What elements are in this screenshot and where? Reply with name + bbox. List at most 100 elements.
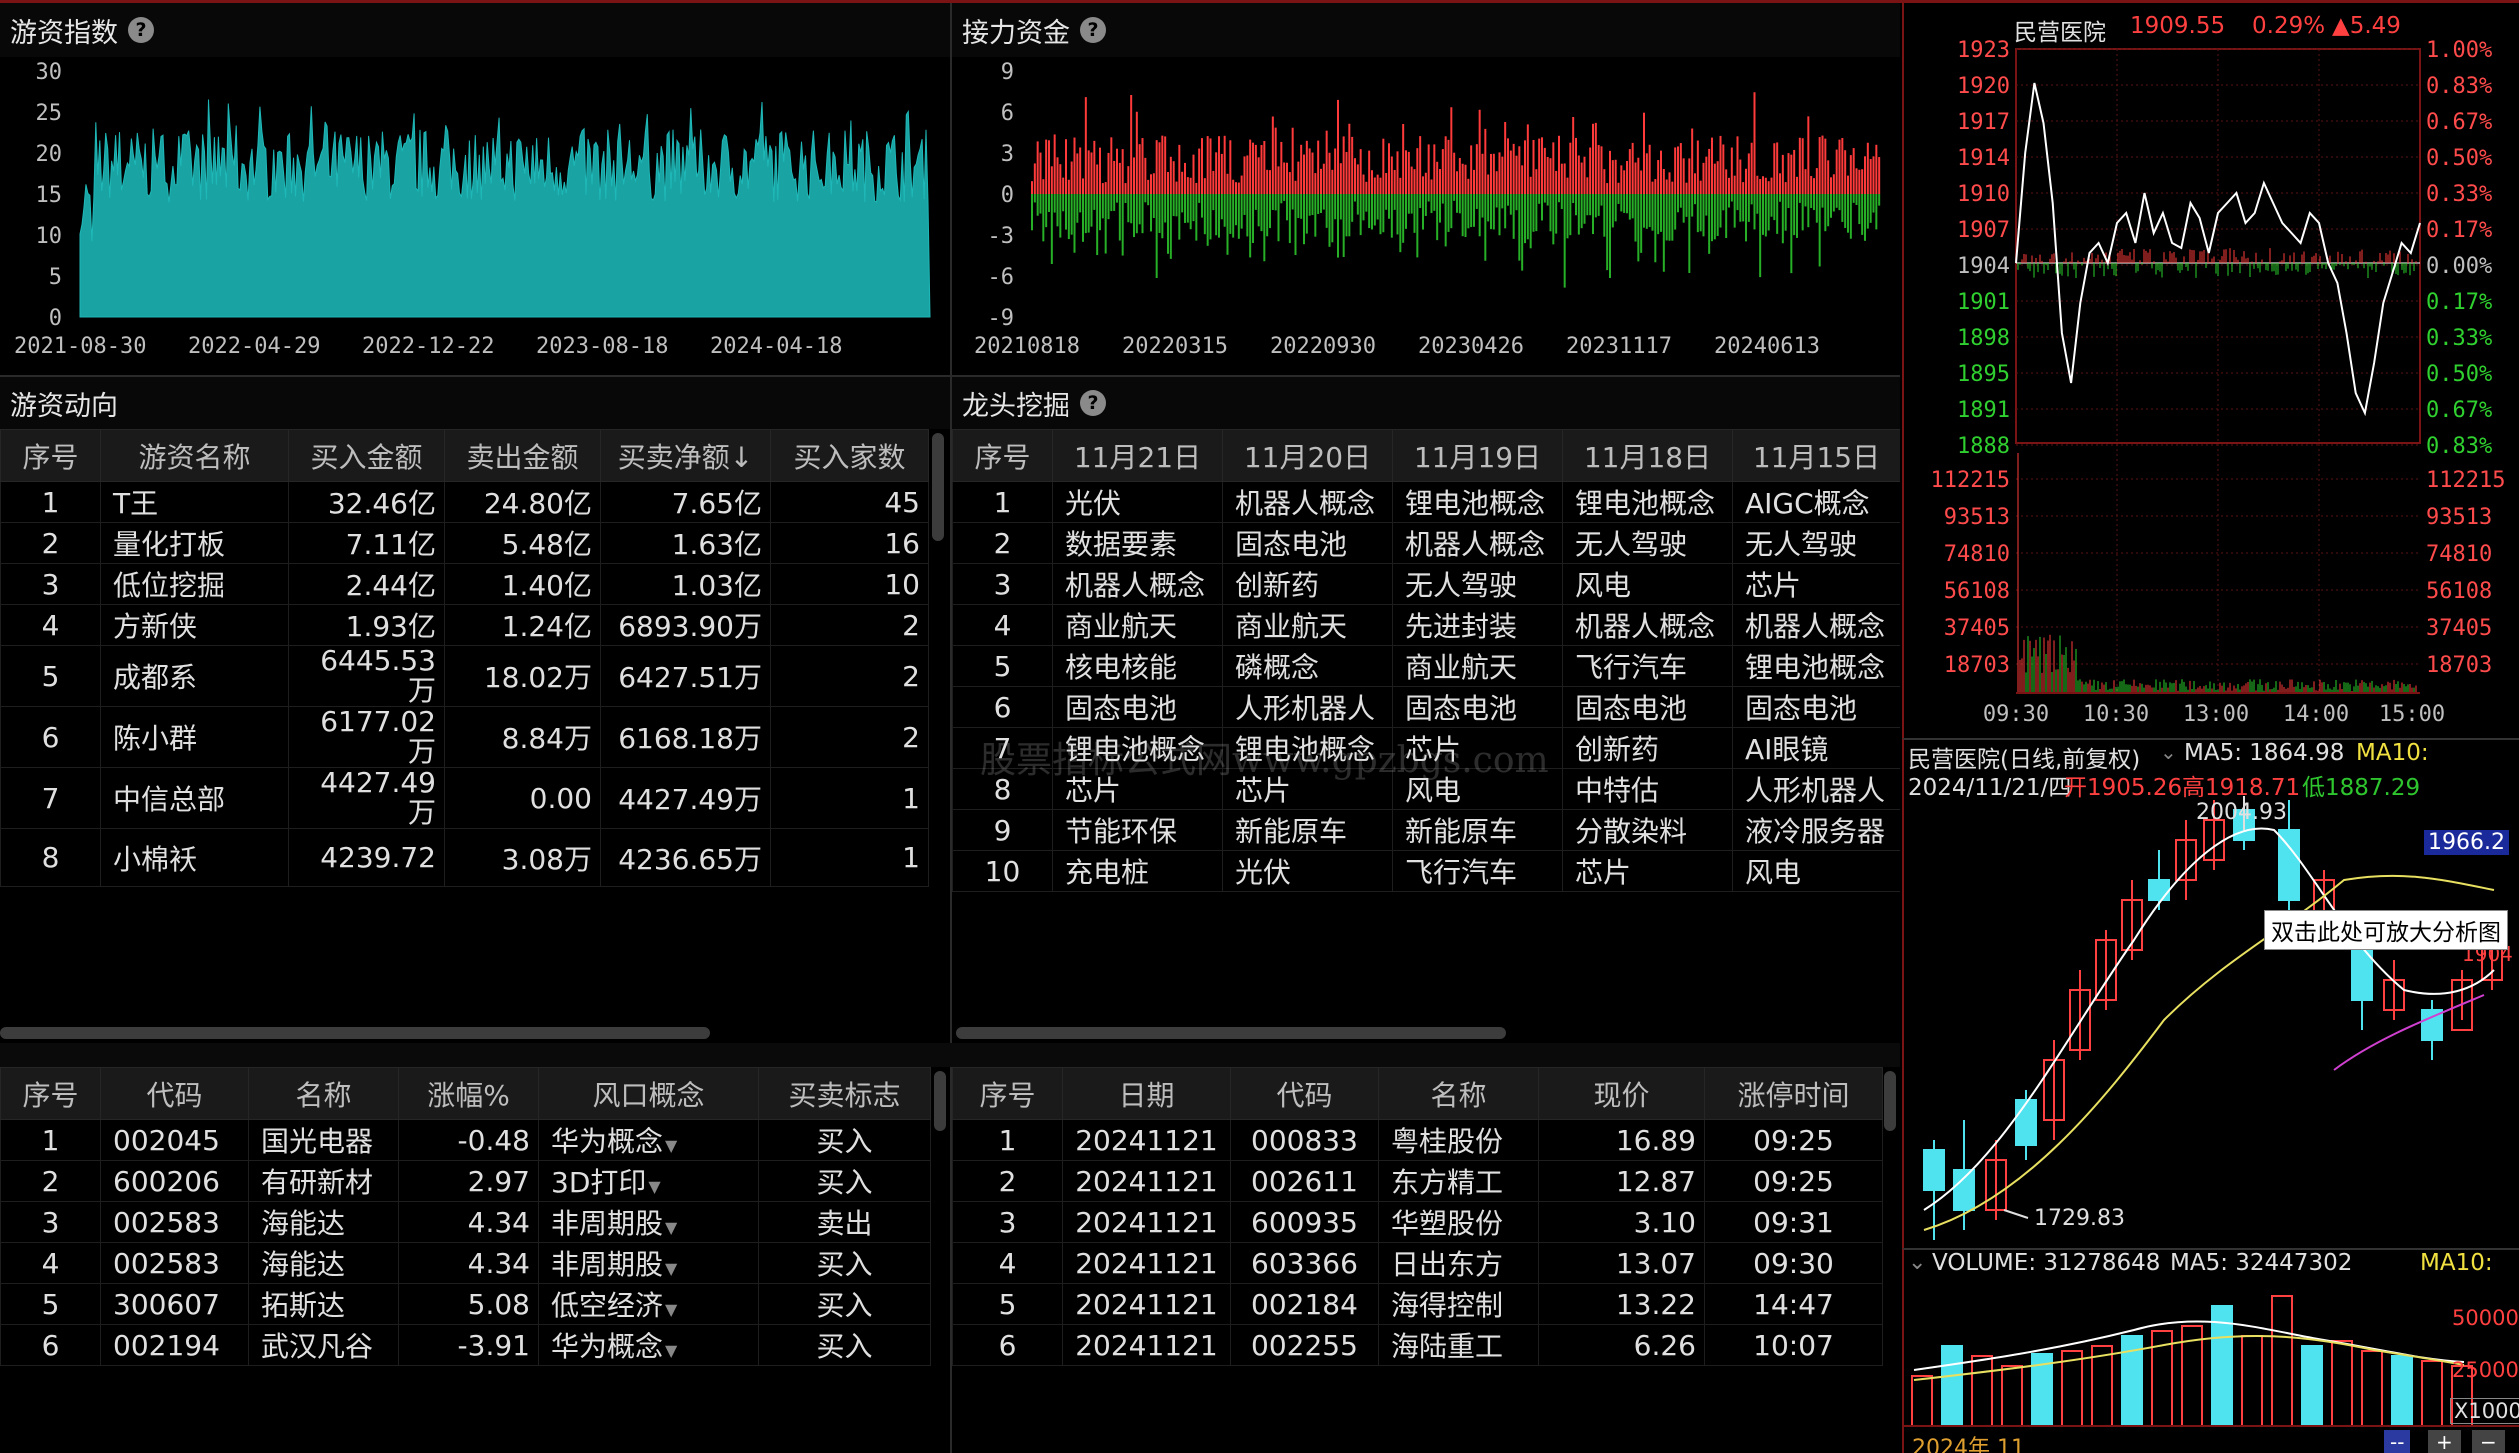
vertical-scrollbar[interactable] bbox=[934, 1071, 946, 1131]
table-row[interactable]: 1 T王 32.46亿 24.80亿 7.65亿 45 bbox=[0, 481, 929, 523]
table-row[interactable]: 5 20241121 002184 海得控制 13.22 14:47 bbox=[952, 1283, 1883, 1325]
table-row[interactable]: 4 商业航天 商业航天 先进封装 机器人概念 机器人概念 bbox=[952, 604, 1900, 646]
vertical-scrollbar[interactable] bbox=[932, 433, 944, 541]
column-header[interactable]: 代码 bbox=[100, 1067, 249, 1120]
column-header[interactable]: 序号 bbox=[952, 429, 1053, 482]
column-header[interactable]: 序号 bbox=[952, 1067, 1063, 1120]
peak-label: 2004.93 bbox=[2196, 800, 2287, 825]
chevron-down-icon[interactable]: ▼ bbox=[665, 1341, 677, 1360]
column-header[interactable]: 日期 bbox=[1062, 1067, 1231, 1120]
column-header[interactable]: 代码 bbox=[1230, 1067, 1379, 1120]
chevron-down-icon[interactable]: ⌄ bbox=[1908, 1250, 1926, 1275]
table-row[interactable]: 3 低位挖掘 2.44亿 1.40亿 1.03亿 10 bbox=[0, 563, 929, 605]
column-header[interactable]: 买入金额 bbox=[288, 429, 445, 482]
row-number: 6 bbox=[952, 1324, 1063, 1366]
table-row[interactable]: 1 002045 国光电器 -0.48 华为概念 ▼ 买入 bbox=[0, 1119, 931, 1161]
chevron-down-icon[interactable]: ▼ bbox=[665, 1300, 677, 1319]
column-header[interactable]: 序号 bbox=[0, 1067, 101, 1120]
concept-dropdown[interactable]: 低空经济 ▼ bbox=[538, 1283, 759, 1325]
volume-panel: ⌄ VOLUME: 31278648 MA5: 32447302 MA10: 5… bbox=[1902, 1248, 2519, 1453]
table-row[interactable]: 1 20241121 000833 粤桂股份 16.89 09:25 bbox=[952, 1119, 1883, 1161]
zoom-out-button[interactable]: -- bbox=[2384, 1430, 2411, 1453]
chevron-down-icon[interactable]: ▼ bbox=[665, 1218, 677, 1237]
help-icon[interactable]: ? bbox=[128, 17, 154, 43]
chevron-down-icon[interactable]: ▼ bbox=[648, 1177, 660, 1196]
zoom-in-button[interactable]: + bbox=[2428, 1430, 2461, 1453]
buy-amount-unit: 万 bbox=[407, 796, 436, 829]
chevron-down-icon[interactable]: ▼ bbox=[665, 1136, 677, 1155]
chevron-down-icon[interactable]: ▼ bbox=[665, 1259, 677, 1278]
concept-dropdown[interactable]: 华为概念 ▼ bbox=[538, 1119, 759, 1161]
table-row[interactable]: 4 20241121 603366 日出东方 13.07 09:30 bbox=[952, 1242, 1883, 1284]
concept-cell: 机器人概念 bbox=[1392, 522, 1563, 564]
column-header[interactable]: 买入家数 bbox=[770, 429, 929, 482]
help-icon[interactable]: ? bbox=[1080, 17, 1106, 43]
minimize-button[interactable]: − bbox=[2472, 1430, 2505, 1453]
row-number: 5 bbox=[0, 1283, 101, 1325]
chevron-down-icon[interactable]: ⌄ bbox=[2160, 740, 2177, 764]
table-row[interactable]: 2 600206 有研新材 2.97 3D打印 ▼ 买入 bbox=[0, 1160, 931, 1202]
column-header[interactable]: 11月21日 bbox=[1052, 429, 1223, 482]
table-row[interactable]: 7 中信总部 4427.49 万 0.00 4427.49万 1 bbox=[0, 767, 929, 829]
table-row[interactable]: 1 光伏 机器人概念 锂电池概念 锂电池概念 AIGC概念 bbox=[952, 481, 1900, 523]
buy-amount: 6177.02 万 bbox=[288, 706, 445, 768]
relay-chart[interactable]: 9 6 3 0 -3 -6 -9 20210818 20220315 20220930 202304… bbox=[952, 57, 1900, 375]
concept-cell: 固态电池 bbox=[1392, 686, 1563, 728]
table-row[interactable]: 2 量化打板 7.11亿 5.48亿 1.63亿 16 bbox=[0, 522, 929, 564]
column-header[interactable]: 买卖净额↓ bbox=[600, 429, 771, 482]
table-row[interactable]: 4 002583 海能达 4.34 非周期股 ▼ 买入 bbox=[0, 1242, 931, 1284]
price-tick: 1895 bbox=[1957, 362, 2010, 387]
horizontal-scrollbar[interactable] bbox=[956, 1027, 1506, 1039]
table-row[interactable]: 6 陈小群 6177.02 万 8.84万 6168.18万 2 bbox=[0, 706, 929, 768]
hot-money-name: 成都系 bbox=[100, 645, 289, 707]
table-row[interactable]: 2 20241121 002611 东方精工 12.87 09:25 bbox=[952, 1160, 1883, 1202]
table-row[interactable]: 5 300607 拓斯达 5.08 低空经济 ▼ 买入 bbox=[0, 1283, 931, 1325]
table-row[interactable]: 2 数据要素 固态电池 机器人概念 无人驾驶 无人驾驶 bbox=[952, 522, 1900, 564]
table-row[interactable]: 5 核电核能 磷概念 商业航天 飞行汽车 锂电池概念 bbox=[952, 645, 1900, 687]
column-header[interactable]: 11月20日 bbox=[1222, 429, 1393, 482]
intraday-panel: 1923 1.00% 1920 0.83% 1917 0.67% 1914 0.50% 1910… bbox=[1902, 3, 2519, 738]
panel-title: 接力资金 bbox=[962, 17, 1070, 49]
zoom-tooltip[interactable]: 双击此处可放大分析图 bbox=[2264, 910, 2508, 950]
table-row[interactable]: 3 机器人概念 创新药 无人驾驶 风电 芯片 bbox=[952, 563, 1900, 605]
concept-dropdown[interactable]: 3D打印 ▼ bbox=[538, 1160, 759, 1202]
table-row[interactable]: 3 20241121 600935 华塑股份 3.10 09:31 bbox=[952, 1201, 1883, 1243]
table-row[interactable]: 6 20241121 002255 海陆重工 6.26 10:07 bbox=[952, 1324, 1883, 1366]
table-row[interactable]: 6 002194 武汉凡谷 -3.91 华为概念 ▼ 买入 bbox=[0, 1324, 931, 1366]
help-icon[interactable]: ? bbox=[1080, 390, 1106, 416]
volume-chart[interactable] bbox=[1904, 1250, 2519, 1453]
column-header[interactable]: 现价 bbox=[1538, 1067, 1705, 1120]
column-header[interactable]: 11月18日 bbox=[1562, 429, 1733, 482]
table-row[interactable]: 8 小棉袄 4239.72 3.08万 4236.65万 1 bbox=[0, 828, 929, 887]
column-header[interactable]: 11月15日 bbox=[1732, 429, 1900, 482]
column-header[interactable]: 涨幅% bbox=[398, 1067, 539, 1120]
column-header[interactable]: 游资名称 bbox=[100, 429, 289, 482]
trough-marker bbox=[2003, 1209, 2029, 1219]
table-row[interactable]: 3 002583 海能达 4.34 非周期股 ▼ 卖出 bbox=[0, 1201, 931, 1243]
column-header[interactable]: 涨停时间 bbox=[1704, 1067, 1883, 1120]
vertical-scrollbar[interactable] bbox=[1884, 1071, 1896, 1131]
column-header[interactable]: 11月19日 bbox=[1392, 429, 1563, 482]
table-row[interactable]: 5 成都系 6445.53 万 18.02万 6427.51万 2 bbox=[0, 645, 929, 707]
table-row[interactable]: 6 固态电池 人形机器人 固态电池 固态电池 固态电池 bbox=[952, 686, 1900, 728]
stock-code: 002184 bbox=[1230, 1283, 1379, 1325]
table-row[interactable]: 9 节能环保 新能原车 新能原车 分散染料 液冷服务器 bbox=[952, 809, 1900, 851]
horizontal-scrollbar[interactable] bbox=[0, 1027, 710, 1039]
row-number: 1 bbox=[952, 1119, 1063, 1161]
column-header[interactable]: 买卖标志 bbox=[758, 1067, 931, 1120]
concept-dropdown[interactable]: 非周期股 ▼ bbox=[538, 1242, 759, 1284]
concept-cell: 商业航天 bbox=[1052, 604, 1223, 646]
intraday-chart[interactable]: 1923 1.00% 1920 0.83% 1917 0.67% 1914 0.50% 1910… bbox=[1904, 3, 2519, 738]
cursor-price-label: 1966.2 bbox=[2424, 830, 2509, 855]
concept-dropdown[interactable]: 华为概念 ▼ bbox=[538, 1324, 759, 1366]
concept-label: 非周期股 bbox=[551, 1207, 664, 1240]
table-row[interactable]: 4 方新侠 1.93亿 1.24亿 6893.90万 2 bbox=[0, 604, 929, 646]
column-header[interactable]: 名称 bbox=[248, 1067, 399, 1120]
table-row[interactable]: 10 充电桩 光伏 飞行汽车 芯片 风电 bbox=[952, 850, 1900, 892]
concept-dropdown[interactable]: 非周期股 ▼ bbox=[538, 1201, 759, 1243]
column-header[interactable]: 序号 bbox=[0, 429, 101, 482]
column-header[interactable]: 卖出金额 bbox=[444, 429, 601, 482]
column-header[interactable]: 名称 bbox=[1378, 1067, 1539, 1120]
column-header[interactable]: 风口概念 bbox=[538, 1067, 759, 1120]
index-chart[interactable]: 30 25 20 15 10 5 0 2021-08-30 2022-04-29 2022-12-… bbox=[0, 57, 950, 375]
